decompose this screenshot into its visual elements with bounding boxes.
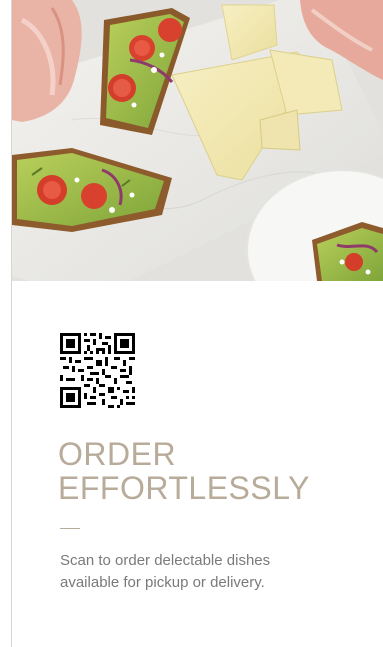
headline: ORDER EFFORTLESSLY (58, 437, 378, 505)
order-card: ORDER EFFORTLESSLY Scan to order delecta… (0, 0, 383, 647)
headline-line-1: ORDER (58, 436, 177, 472)
hero-food-image (12, 0, 383, 281)
description: Scan to order delectable dishes availabl… (60, 550, 360, 594)
headline-line-2: EFFORTLESSLY (58, 470, 310, 506)
description-line-2: available for pickup or delivery. (60, 574, 265, 591)
description-line-1: Scan to order delectable dishes (60, 552, 271, 569)
qr-code-icon[interactable] (60, 333, 135, 408)
accent-dash (60, 528, 80, 529)
